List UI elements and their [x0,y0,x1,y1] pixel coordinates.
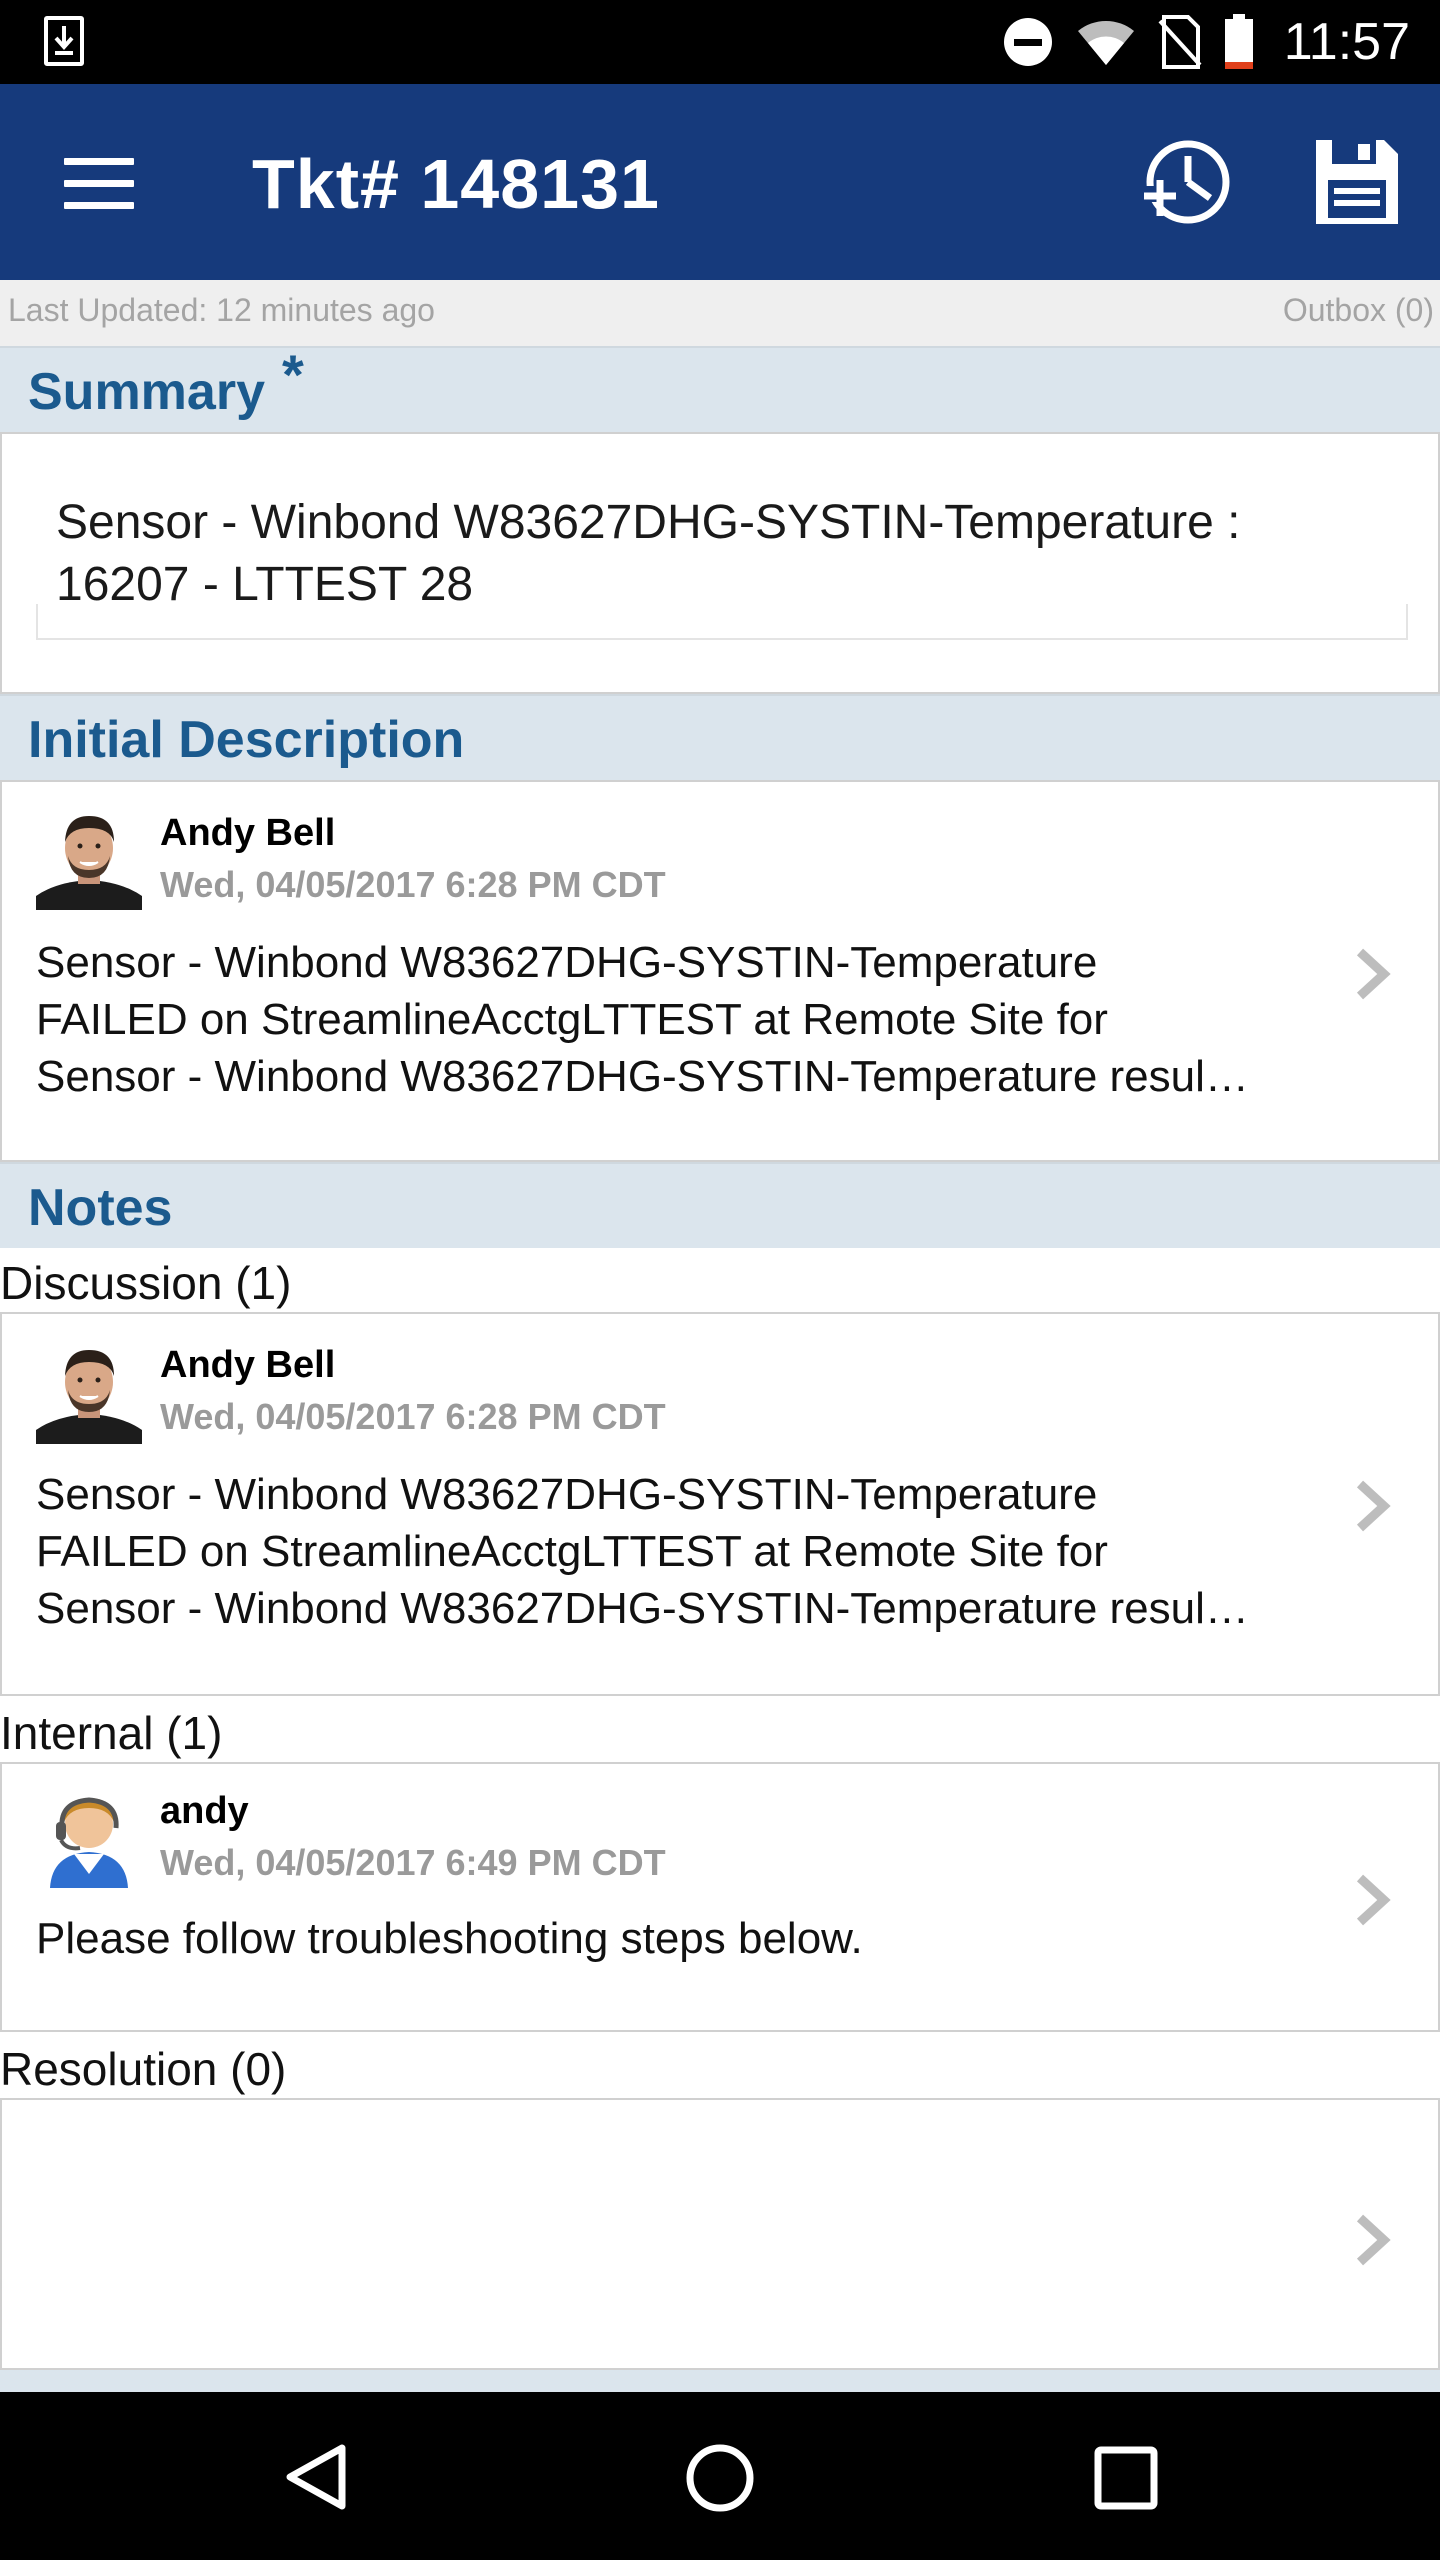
internal-label: Internal (1) [0,1707,223,1759]
time-entry-icon[interactable] [1140,136,1232,228]
author-name: Andy Bell [160,1344,336,1386]
chevron-right-icon[interactable] [1352,2210,1392,2270]
initial-description-heading: Initial Description [28,711,465,769]
author-name: andy [160,1790,249,1832]
outbox-link[interactable]: Outbox (0) [1283,292,1434,329]
description-preview: Sensor - Winbond W83627DHG-SYSTIN-Temper… [36,934,1356,1105]
description-line: FAILED on StreamlineAcctgLTTEST at Remot… [36,995,1108,1044]
summary-heading: Summary [28,363,265,421]
resolution-label: Resolution (0) [0,2043,287,2095]
entry-date: Wed, 04/05/2017 6:28 PM CDT [160,1396,666,1437]
description-line: Sensor - Winbond W83627DHG-SYSTIN-Temper… [36,1052,1249,1101]
chevron-right-icon[interactable] [1352,1476,1392,1536]
status-bar: 11:57 [0,0,1440,84]
initial-description-section-header: Initial Description [0,694,1440,780]
home-icon[interactable] [684,2442,756,2514]
last-updated-text: Last Updated: 12 minutes ago [8,292,435,328]
no-sim-icon [1158,15,1202,69]
battery-icon [1224,14,1253,69]
next-section-header-peek [0,2370,1440,2392]
summary-section-header: Summary * [0,343,1440,432]
recents-icon[interactable] [1094,2446,1158,2510]
sync-status-bar: Last Updated: 12 minutes ago Outbox (0) [0,280,1440,346]
summary-line-1: Sensor - Winbond W83627DHG-SYSTIN-Temper… [56,496,1241,549]
initial-description-card[interactable]: Andy Bell Wed, 04/05/2017 6:28 PM CDT Se… [0,780,1440,1162]
save-icon[interactable] [1312,136,1402,228]
note-line: Please follow troubleshooting steps belo… [36,1914,863,1963]
system-nav-bar [0,2392,1440,2560]
app-bar: Tkt# 148131 [0,84,1440,280]
notes-section-header: Notes [0,1162,1440,1248]
resolution-note-card[interactable] [0,2098,1440,2370]
notes-heading: Notes [28,1179,173,1237]
dnd-icon [1003,18,1052,66]
note-line: Sensor - Winbond W83627DHG-SYSTIN-Temper… [36,1470,1098,1519]
author-name: Andy Bell [160,812,336,854]
note-preview: Sensor - Winbond W83627DHG-SYSTIN-Temper… [36,1466,1356,1637]
summary-input[interactable]: Sensor - Winbond W83627DHG-SYSTIN-Temper… [56,492,1396,616]
avatar [36,1338,142,1444]
entry-date: Wed, 04/05/2017 6:49 PM CDT [160,1842,666,1883]
summary-input-underline [36,604,1408,640]
clock: 11:57 [1283,13,1410,71]
required-mark: * [282,343,304,406]
entry-date: Wed, 04/05/2017 6:28 PM CDT [160,864,666,905]
wifi-icon [1077,20,1134,65]
discussion-note-card[interactable]: Andy Bell Wed, 04/05/2017 6:28 PM CDT Se… [0,1312,1440,1696]
note-line: Sensor - Winbond W83627DHG-SYSTIN-Temper… [36,1584,1249,1633]
note-line: FAILED on StreamlineAcctgLTTEST at Remot… [36,1527,1108,1576]
menu-icon[interactable] [64,158,134,209]
note-preview: Please follow troubleshooting steps belo… [36,1910,1356,1967]
internal-note-card[interactable]: andy Wed, 04/05/2017 6:49 PM CDT Please … [0,1762,1440,2032]
discussion-label: Discussion (1) [0,1257,292,1309]
summary-field-card[interactable]: Sensor - Winbond W83627DHG-SYSTIN-Temper… [0,432,1440,694]
description-line: Sensor - Winbond W83627DHG-SYSTIN-Temper… [36,938,1098,987]
chevron-right-icon[interactable] [1352,944,1392,1004]
page-title: Tkt# 148131 [252,145,660,223]
download-icon [44,16,84,66]
back-icon[interactable] [282,2442,352,2512]
chevron-right-icon[interactable] [1352,1870,1392,1930]
avatar [36,804,142,910]
avatar [36,1784,142,1890]
